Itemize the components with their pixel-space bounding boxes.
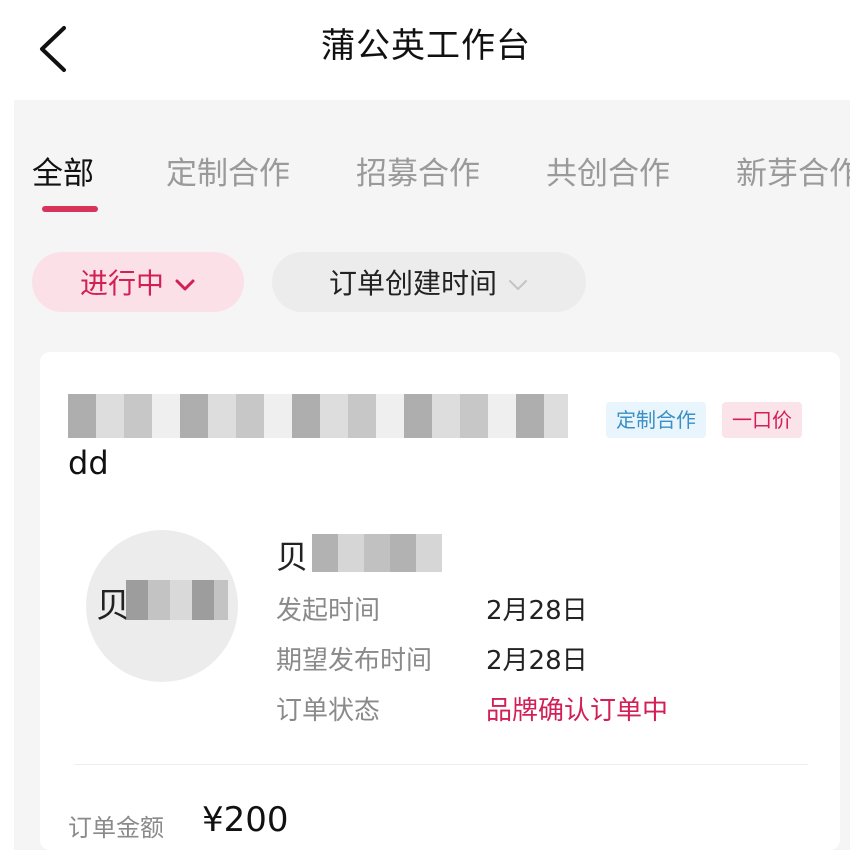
info-value: 2月28日 [486,596,588,626]
tag-price-type: 一口价 [722,402,802,438]
tab-custom[interactable]: 定制合作 [166,148,290,193]
chevron-down-icon [507,266,529,299]
tab-cocreate[interactable]: 共创合作 [546,148,670,193]
blur-mask [312,534,442,572]
brand-name: 贝 [276,538,309,576]
order-title-suffix: dd [68,444,109,482]
order-title-blurred [68,394,568,438]
blur-mask [126,580,228,620]
info-value: 2月28日 [486,646,588,676]
chevron-down-icon [174,266,196,299]
sort-filter-label: 订单创建时间 [328,267,497,300]
blur-mask [68,394,568,438]
divider [74,764,808,765]
status-filter-label: 进行中 [79,267,164,300]
order-status-value: 品牌确认订单中 [486,696,669,726]
info-label: 期望发布时间 [276,646,433,676]
info-label: 订单状态 [276,696,381,726]
amount-value: ¥200 [202,800,289,840]
tab-recruit[interactable]: 招募合作 [356,148,480,193]
tab-sprout[interactable]: 新芽合作 [736,148,850,193]
amount-label: 订单金额 [68,814,164,842]
tag-cooperation-type: 定制合作 [606,402,706,438]
tab-bar: 全部 定制合作 招募合作 共创合作 新芽合作 [14,140,850,220]
page-title: 蒲公英工作台 [321,26,531,66]
active-tab-indicator [42,206,98,212]
sort-filter-button[interactable]: 订单创建时间 [272,252,586,312]
avatar-text: 贝 [96,586,130,626]
info-label: 发起时间 [276,596,381,626]
order-card[interactable]: dd 定制合作 一口价 贝 贝 发起时间 2月28日 期望发布时间 2月28日 … [40,352,840,850]
status-filter-button[interactable]: 进行中 [32,252,244,312]
content-area: 全部 定制合作 招募合作 共创合作 新芽合作 进行中 订单创建时间 dd 定制合… [14,100,850,850]
tab-all[interactable]: 全部 [32,148,94,193]
avatar: 贝 [86,530,238,682]
top-bar: 蒲公英工作台 [0,0,852,96]
